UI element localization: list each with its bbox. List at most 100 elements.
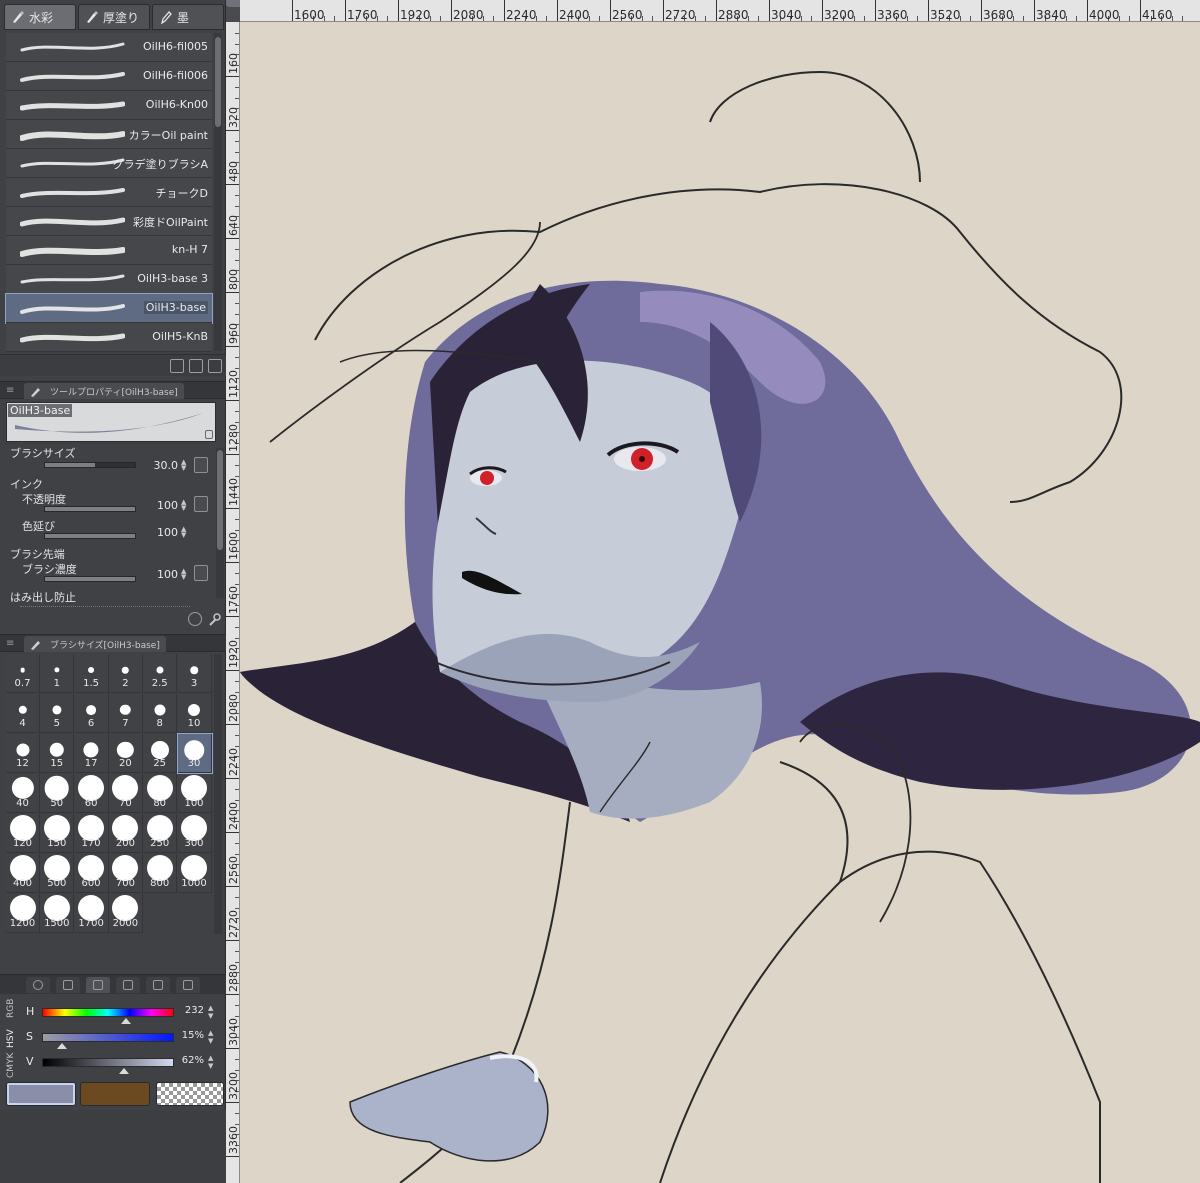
import-icon[interactable] xyxy=(170,359,184,373)
brush-size-cell[interactable]: 1700 xyxy=(74,894,109,933)
value-track[interactable] xyxy=(42,1058,174,1067)
brush-item[interactable]: OilH6-fil005 xyxy=(6,33,212,62)
brush-size-cell[interactable]: 1000 xyxy=(177,854,212,893)
vertical-ruler[interactable]: 160 320 480 640 800 960 1120 1280 1440 1600 1760 19… xyxy=(226,22,240,1183)
brush-size-cell[interactable]: 300 xyxy=(177,814,212,853)
sub-color-swatch[interactable] xyxy=(80,1082,150,1106)
spin-icon[interactable]: ▲ ▼ xyxy=(208,1004,213,1020)
brush-size-cell[interactable]: 5 xyxy=(40,694,75,733)
menu-grip-icon[interactable]: ≡ xyxy=(6,385,14,396)
brush-item[interactable]: カラーOil paint xyxy=(6,120,212,149)
spin-icon[interactable]: ▲ ▼ xyxy=(181,526,189,539)
brush-size-cell[interactable]: 1200 xyxy=(6,894,40,933)
tool-property-scrollbar[interactable] xyxy=(216,448,224,598)
duplicate-icon[interactable] xyxy=(189,359,203,373)
brush-size-cell[interactable]: 2 xyxy=(108,654,143,693)
mode-rgb[interactable]: RGB xyxy=(6,999,16,1018)
brush-size-cell[interactable]: 2.5 xyxy=(143,654,178,693)
saturation-track[interactable] xyxy=(42,1033,174,1042)
brush-size-value[interactable]: 30.0 xyxy=(140,459,179,472)
brush-size-cell[interactable]: 1500 xyxy=(40,894,75,933)
brush-size-cell[interactable]: 1.5 xyxy=(74,654,109,693)
saturation-knob[interactable] xyxy=(56,1043,67,1049)
brush-size-cell[interactable]: 12 xyxy=(6,734,40,773)
tab-history[interactable] xyxy=(176,977,200,993)
pressure-icon[interactable] xyxy=(194,457,208,473)
brush-size-cell[interactable]: 60 xyxy=(74,774,109,813)
tab-color-slider[interactable] xyxy=(86,977,110,993)
brush-size-cell[interactable]: 80 xyxy=(143,774,178,813)
tab-thick-paint[interactable]: 厚塗り xyxy=(78,4,150,30)
brush-size-cell[interactable]: 1 xyxy=(40,654,75,693)
brush-size-cell[interactable]: 40 xyxy=(6,774,40,813)
reset-icon[interactable] xyxy=(188,612,202,626)
brush-size-cell[interactable]: 0.7 xyxy=(6,654,40,693)
tab-watercolor[interactable]: 水彩 xyxy=(4,4,76,30)
wrench-icon[interactable] xyxy=(207,612,221,626)
brush-size-cell[interactable]: 500 xyxy=(40,854,75,893)
brush-size-cell[interactable]: 2000 xyxy=(108,894,143,933)
spin-icon[interactable]: ▲ ▼ xyxy=(208,1054,213,1070)
mode-hsv[interactable]: HSV xyxy=(6,1029,16,1048)
opacity-value[interactable]: 100 xyxy=(140,499,178,512)
canvas[interactable] xyxy=(240,22,1200,1183)
tab-intermediate[interactable] xyxy=(56,977,80,993)
brush-size-cell[interactable]: 17 xyxy=(74,734,109,773)
brush-item[interactable]: チョークD xyxy=(6,178,212,207)
brush-item[interactable]: kn-H 7 xyxy=(6,236,212,265)
color-stretch-slider[interactable] xyxy=(44,533,136,539)
value-value[interactable]: 62% xyxy=(178,1055,204,1066)
color-stretch-value[interactable]: 100 xyxy=(140,526,178,539)
spin-icon[interactable]: ▲ ▼ xyxy=(181,568,189,581)
brush-item[interactable]: OilH5-KnB xyxy=(6,323,212,352)
brush-size-cell[interactable]: 15 xyxy=(40,734,75,773)
brush-size-cell[interactable]: 4 xyxy=(6,694,40,733)
tab-color-wheel[interactable] xyxy=(26,977,50,993)
brush-size-tab[interactable]: ブラシサイズ[OilH3-base] xyxy=(24,636,166,652)
opacity-slider[interactable] xyxy=(44,506,136,512)
brush-size-cell[interactable]: 70 xyxy=(108,774,143,813)
brush-size-cell[interactable]: 150 xyxy=(40,814,75,853)
trash-icon[interactable] xyxy=(208,359,222,373)
scrollbar-thumb[interactable] xyxy=(215,37,221,127)
spin-icon[interactable]: ▲ ▼ xyxy=(208,1029,213,1045)
spin-icon[interactable]: ▲ ▼ xyxy=(181,499,189,512)
transparent-color-swatch[interactable] xyxy=(156,1082,224,1106)
brush-item[interactable]: OilH3-base xyxy=(5,293,213,324)
brush-size-cell[interactable]: 10 xyxy=(177,694,212,733)
horizontal-ruler[interactable]: 1600 1760 1920 2080 2240 2400 2560 2720 2880 3040… xyxy=(240,0,1200,22)
scrollbar-thumb[interactable] xyxy=(217,450,223,550)
hue-track[interactable] xyxy=(42,1008,174,1017)
brush-size-cell[interactable]: 25 xyxy=(143,734,178,773)
brush-size-cell[interactable]: 6 xyxy=(74,694,109,733)
spin-icon[interactable]: ▲ ▼ xyxy=(181,459,189,472)
hue-knob[interactable] xyxy=(121,1018,132,1024)
brush-size-cell[interactable]: 20 xyxy=(108,734,143,773)
brush-item[interactable]: 彩度ドOilPaint xyxy=(6,207,212,236)
main-color-swatch[interactable] xyxy=(6,1082,76,1106)
brush-size-cell[interactable]: 400 xyxy=(6,854,40,893)
brush-size-cell[interactable]: 8 xyxy=(143,694,178,733)
brush-item[interactable]: OilH6-Kn00 xyxy=(6,91,212,120)
brush-size-cell[interactable]: 7 xyxy=(108,694,143,733)
brush-size-cell[interactable]: 200 xyxy=(108,814,143,853)
brush-size-cell[interactable]: 250 xyxy=(143,814,178,853)
brush-size-cell[interactable]: 700 xyxy=(108,854,143,893)
tab-approx[interactable] xyxy=(116,977,140,993)
tab-ink[interactable]: 墨 xyxy=(152,4,224,30)
brush-size-cell[interactable]: 30 xyxy=(176,733,213,774)
brush-size-cell[interactable]: 3 xyxy=(177,654,212,693)
lock-icon[interactable] xyxy=(205,430,213,439)
saturation-value[interactable]: 15% xyxy=(178,1030,204,1041)
brush-item[interactable]: OilH6-fil006 xyxy=(6,62,212,91)
tool-property-tab[interactable]: ツールプロパティ[OilH3-base] xyxy=(24,383,184,399)
brush-size-cell[interactable]: 50 xyxy=(40,774,75,813)
brush-size-cell[interactable]: 170 xyxy=(74,814,109,853)
tab-color-set[interactable] xyxy=(146,977,170,993)
pressure-icon[interactable] xyxy=(194,565,208,581)
pressure-icon[interactable] xyxy=(194,496,208,512)
brush-list-scrollbar[interactable] xyxy=(214,33,222,351)
brush-item[interactable]: グラデ塗りブラシA xyxy=(6,149,212,178)
brush-size-cell[interactable]: 800 xyxy=(143,854,178,893)
brush-density-value[interactable]: 100 xyxy=(140,568,178,581)
